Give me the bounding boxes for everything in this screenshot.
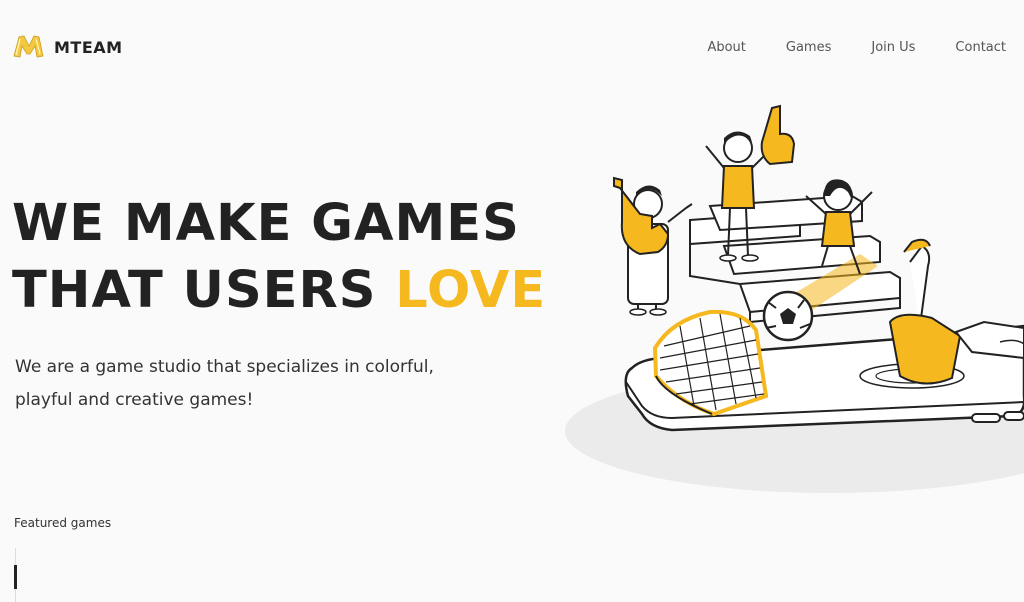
nav-about[interactable]: About: [707, 40, 745, 55]
nav-games[interactable]: Games: [786, 40, 831, 55]
landing-page: MTEAM About Games Join Us Contact WE MAK…: [0, 0, 1024, 602]
site-header: MTEAM About Games Join Us Contact: [0, 0, 1024, 98]
nav-join-us[interactable]: Join Us: [871, 40, 915, 55]
hero-title-line1: WE MAKE GAMES: [12, 194, 520, 253]
hero-title-line2: THAT USERS: [12, 261, 396, 320]
hero-title-accent: LOVE: [395, 261, 547, 320]
hero-description-line1: We are a game studio that specializes in…: [15, 357, 434, 377]
hero-title: WE MAKE GAMES THAT USERS LOVE: [12, 190, 546, 324]
hero-description: We are a game studio that specializes in…: [15, 351, 435, 417]
m-logo-icon: [13, 35, 44, 58]
stadium-phone-illustration: [565, 104, 1024, 493]
hero-description-line2: playful and creative games!: [15, 390, 254, 410]
brand-name: MTEAM: [54, 37, 123, 57]
main-nav: About Games Join Us Contact: [707, 40, 1006, 55]
featured-games-label: Featured games: [14, 516, 112, 530]
nav-contact[interactable]: Contact: [955, 40, 1006, 55]
carousel-indicator[interactable]: [14, 565, 17, 589]
brand-logo[interactable]: MTEAM: [12, 34, 123, 60]
